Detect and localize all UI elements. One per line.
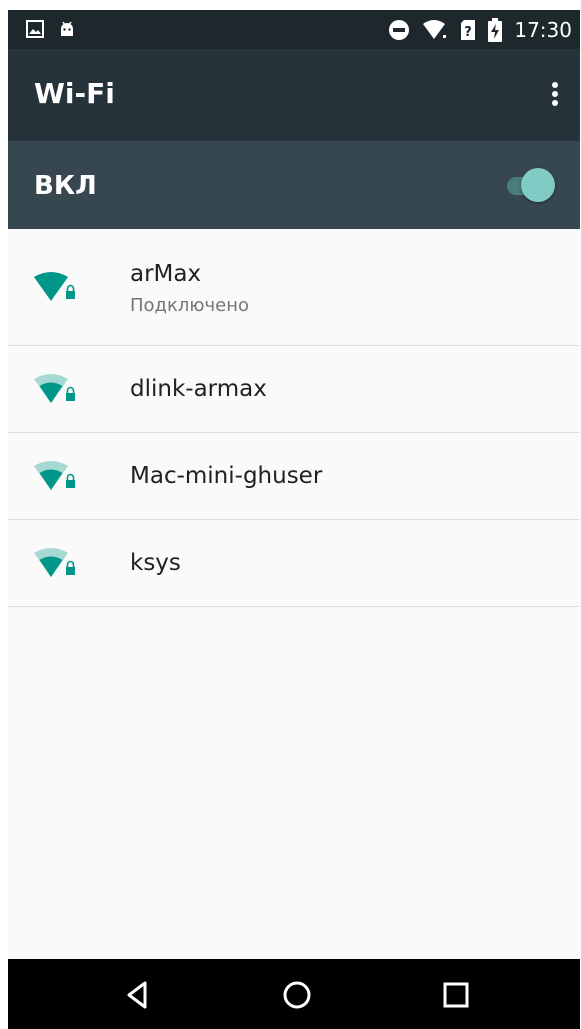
more-vert-icon	[552, 82, 558, 88]
svg-text:?: ?	[465, 25, 473, 40]
wifi-medium-lock-icon	[34, 461, 75, 490]
network-item-ksys[interactable]: ksys	[8, 520, 580, 607]
app-toolbar: Wi-Fi	[8, 49, 580, 141]
home-icon[interactable]	[277, 975, 317, 1015]
network-list: arMax Подключено dlink-armax Mac-mini-gh…	[8, 229, 580, 607]
network-item-armax[interactable]: arMax Подключено	[8, 229, 580, 346]
wifi-medium-lock-icon	[34, 374, 75, 403]
network-ssid: ksys	[130, 550, 181, 576]
system-nav-bar	[8, 959, 580, 1029]
network-ssid: dlink-armax	[130, 376, 267, 402]
no-sim-icon: ?	[461, 20, 476, 40]
toggle-thumb	[521, 168, 555, 202]
wifi-medium-lock-icon	[34, 548, 75, 577]
network-item-mac-mini-ghuser[interactable]: Mac-mini-ghuser	[8, 433, 580, 520]
wifi-full-lock-icon	[34, 272, 75, 301]
image-notification-icon	[26, 20, 44, 38]
back-icon[interactable]	[118, 975, 158, 1015]
more-options-button[interactable]	[540, 79, 570, 109]
status-time: 17:30	[514, 18, 572, 42]
wifi-master-switch-bar[interactable]: ВКЛ	[8, 141, 580, 229]
status-bar: ? 17:30	[8, 10, 580, 49]
do-not-disturb-icon	[389, 20, 410, 40]
network-ssid: Mac-mini-ghuser	[130, 463, 323, 489]
network-item-dlink-armax[interactable]: dlink-armax	[8, 346, 580, 433]
recents-icon[interactable]	[436, 975, 476, 1015]
battery-charging-icon	[488, 18, 503, 42]
page-title: Wi-Fi	[34, 77, 115, 110]
wifi-toggle[interactable]	[507, 167, 555, 203]
android-notification-icon	[61, 21, 73, 36]
screen: ? 17:30 Wi-Fi ВКЛ arMax Подключено dlink…	[8, 10, 580, 1029]
network-ssid: arMax	[130, 261, 202, 287]
network-status: Подключено	[130, 295, 250, 316]
wifi-signal-icon	[423, 20, 447, 39]
wifi-state-label: ВКЛ	[34, 171, 97, 201]
